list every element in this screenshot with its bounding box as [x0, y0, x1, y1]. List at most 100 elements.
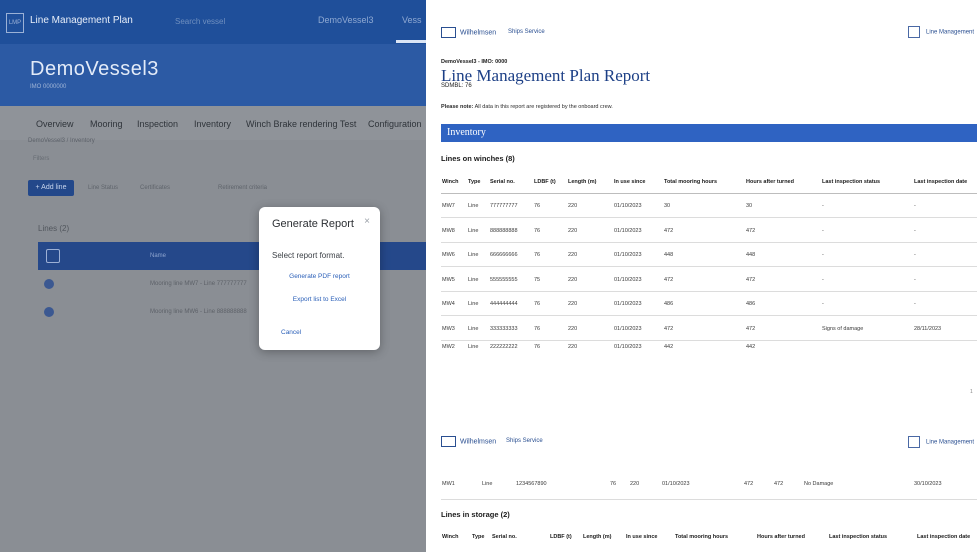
- table-cell: MW5: [442, 277, 455, 283]
- table-cell: 28/11/2023: [914, 326, 942, 332]
- list-item-label: Mooring line MW6 - Line 888888888: [150, 309, 247, 315]
- tab-overview[interactable]: Overview: [36, 119, 74, 129]
- storage-header-cell: Last inspection date: [917, 534, 971, 540]
- header-name: Name: [150, 253, 167, 259]
- table-cell: 01/10/2023: [614, 228, 642, 234]
- ships-service-label-page2: Ships Service: [506, 438, 543, 444]
- storage-header-cell: Last inspection status: [829, 534, 888, 540]
- table-header-cell: Length (m): [568, 179, 597, 185]
- list-item-label: Mooring line MW7 - Line 777777777: [150, 281, 247, 287]
- app-logo[interactable]: LMP: [6, 13, 24, 33]
- table-cell: 220: [568, 252, 578, 258]
- table-cell: 01/10/2023: [614, 252, 642, 258]
- table-cell: MW3: [442, 326, 455, 332]
- storage-header-cell: Serial no.: [492, 534, 517, 540]
- vessel-selector-2[interactable]: Vess: [402, 15, 422, 25]
- generate-report-dialog: Generate Report × Select report format. …: [259, 207, 380, 350]
- table-cell: 01/10/2023: [614, 344, 642, 350]
- note-text: All data in this report are registered b…: [474, 104, 613, 110]
- section-title: Inventory: [447, 127, 486, 138]
- close-icon[interactable]: ×: [364, 216, 370, 227]
- table-cell: 666666666: [490, 252, 518, 258]
- table-cell: 333333333: [490, 326, 518, 332]
- table-cell: 486: [746, 301, 756, 307]
- table-cell: MW1: [442, 481, 455, 487]
- report-preview: Wilhelmsen Ships Service Line Management…: [426, 0, 977, 552]
- table-cell: 76: [534, 301, 541, 307]
- page-number: 1: [970, 389, 973, 395]
- table-cell: 472: [746, 326, 756, 332]
- table-cell: 01/10/2023: [662, 481, 690, 487]
- table-cell: 1234567890: [516, 481, 547, 487]
- active-tab-underline: [396, 40, 430, 43]
- table-cell: 888888888: [490, 228, 518, 234]
- table-cell: MW8: [442, 228, 455, 234]
- wilhelmsen-logo: Wilhelmsen: [441, 27, 496, 38]
- storage-header-cell: Type: [472, 534, 485, 540]
- table-cell: 76: [534, 203, 541, 209]
- vessel-selector[interactable]: DemoVessel3: [318, 15, 374, 25]
- cancel-button[interactable]: Cancel: [281, 329, 301, 336]
- table-cell: 220: [568, 344, 578, 350]
- storage-header-cell: Hours after turned: [757, 534, 805, 540]
- tab-inspection[interactable]: Inspection: [137, 119, 178, 129]
- chip-retirement[interactable]: Retirement criteria: [218, 185, 267, 191]
- table-cell: No Damage: [804, 481, 834, 487]
- table-cell: -: [822, 252, 824, 258]
- row-rule: [441, 217, 977, 218]
- breadcrumb: DemoVessel3 / Inventory: [28, 138, 95, 144]
- top-bar: LMP Line Management Plan Search vessel D…: [0, 0, 430, 44]
- add-line-button[interactable]: + Add line: [28, 180, 74, 196]
- header-rule: [441, 193, 977, 194]
- tab-configuration[interactable]: Configuration: [368, 119, 422, 129]
- table-cell: 01/10/2023: [614, 277, 642, 283]
- vessel-subtitle: IMO 0000000: [30, 84, 67, 90]
- storage-header-cell: In use since: [626, 534, 658, 540]
- table-cell: 76: [610, 481, 617, 487]
- line-management-logo: Line Management: [908, 26, 974, 38]
- table-cell: 442: [746, 344, 756, 350]
- select-all-icon[interactable]: [46, 249, 60, 263]
- section-band: Inventory: [441, 124, 977, 142]
- table-cell: 30/10/2023: [914, 481, 942, 487]
- table-cell: 442: [664, 344, 674, 350]
- vessel-header: DemoVessel3 IMO 0000000: [0, 44, 430, 106]
- row-rule: [441, 315, 977, 316]
- storage-header-cell: Length (m): [583, 534, 612, 540]
- dialog-prompt: Select report format.: [272, 251, 345, 260]
- logo-text: Wilhelmsen: [460, 29, 497, 37]
- table-cell: Line: [468, 326, 479, 332]
- table-cell: 222222222: [490, 344, 518, 350]
- table-cell: 76: [534, 344, 541, 350]
- table-cell: MW4: [442, 301, 455, 307]
- wilhelmsen-logo-page2: Wilhelmsen: [441, 436, 496, 447]
- table-header-cell: Hours after turned: [746, 179, 794, 185]
- tab-inventory[interactable]: Inventory: [194, 119, 231, 129]
- row-rule: [441, 266, 977, 267]
- storage-header-cell: Total mooring hours: [675, 534, 729, 540]
- ships-service-label: Ships Service: [508, 29, 545, 35]
- export-excel-button[interactable]: Export list to Excel: [259, 296, 380, 303]
- lm-logo-text: Line Management: [926, 439, 975, 446]
- chip-line-status[interactable]: Line Status: [88, 185, 118, 191]
- tab-winch-brake[interactable]: Winch Brake rendering Test: [246, 119, 356, 129]
- table-cell: Line: [468, 252, 479, 258]
- table-cell: Line: [468, 277, 479, 283]
- table-cell: 486: [664, 301, 674, 307]
- table-header-cell: In use since: [614, 179, 646, 185]
- table-cell: 30: [664, 203, 671, 209]
- app-title: Line Management Plan: [30, 15, 133, 26]
- generate-pdf-button[interactable]: Generate PDF report: [259, 273, 380, 280]
- storage-header-cell: LDBF (t): [550, 534, 572, 540]
- line-icon: [44, 279, 54, 289]
- filter-label[interactable]: Filters: [33, 156, 49, 162]
- table-cell: 76: [534, 252, 541, 258]
- tab-mooring[interactable]: Mooring: [90, 119, 123, 129]
- table-cell: MW6: [442, 252, 455, 258]
- search-input[interactable]: Search vessel: [175, 17, 225, 26]
- report-sdmbl: SDMBL: 76: [441, 83, 472, 89]
- table-header-cell: Last inspection status: [822, 179, 881, 185]
- table-cell: MW2: [442, 344, 455, 350]
- table-cell: 75: [534, 277, 541, 283]
- chip-certificates[interactable]: Certificates: [140, 185, 170, 191]
